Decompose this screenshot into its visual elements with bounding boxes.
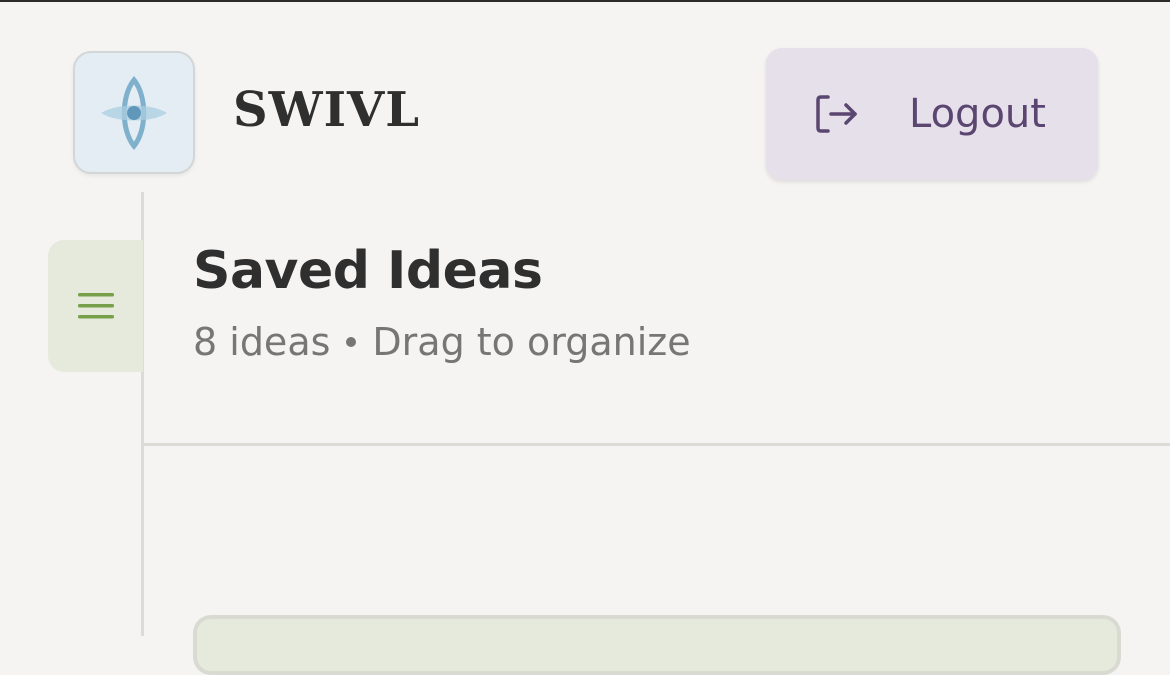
brand-name: SWIVL [233, 82, 421, 138]
sidebar-toggle-button[interactable] [48, 240, 143, 372]
app-logo[interactable] [73, 51, 195, 174]
page-subtitle: 8 ideas Drag to organize [193, 318, 691, 366]
idea-card[interactable] [193, 615, 1121, 675]
drag-hint: Drag to organize [372, 320, 691, 364]
logout-arrow-icon [816, 95, 857, 133]
page-title: Saved Ideas [193, 241, 543, 301]
header-divider [143, 443, 1170, 446]
logout-label[interactable]: Logout [909, 89, 1046, 139]
hamburger-menu-icon [77, 293, 114, 319]
separator-dot [346, 336, 357, 347]
idea-count: 8 ideas [193, 320, 331, 364]
eye-compass-icon [101, 75, 167, 150]
top-border [0, 0, 1170, 2]
